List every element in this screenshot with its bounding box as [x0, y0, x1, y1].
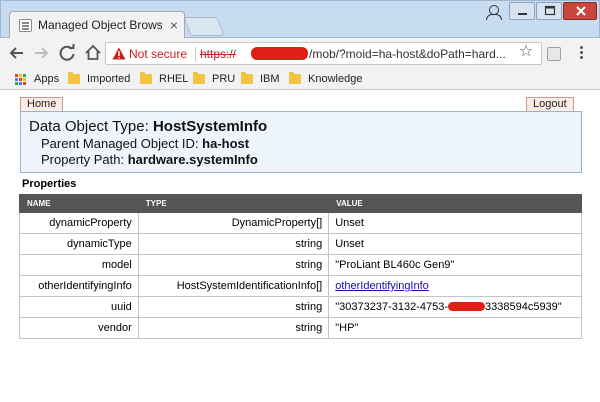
cell-value: Unset — [328, 233, 582, 255]
property-path: Property Path: hardware.systemInfo — [41, 152, 258, 167]
folder-icon — [193, 72, 205, 84]
bookmark-apps[interactable]: Apps — [15, 72, 61, 86]
column-header-value: VALUE — [328, 194, 582, 213]
parent-id-value: ha-host — [202, 136, 250, 151]
bookmark-label: Knowledge — [308, 73, 363, 85]
table-row: vendor string "HP" — [19, 317, 582, 339]
new-tab-button[interactable] — [183, 17, 225, 36]
cell-value: "30373237-3132-4753- 3338594c5939" — [328, 296, 582, 318]
cell-value: otherIdentifyingInfo — [328, 275, 582, 297]
home-link[interactable]: Home — [20, 97, 64, 111]
close-icon — [576, 6, 586, 16]
cell-type: string — [137, 254, 330, 276]
data-object-type: Data Object Type: HostSystemInfo — [29, 118, 267, 135]
bookmark-label: Imported — [87, 73, 131, 85]
properties-heading: Properties — [22, 178, 77, 190]
bookmark-folder-rhel[interactable]: RHEL — [140, 72, 188, 86]
folder-icon — [68, 72, 80, 84]
extension-icon[interactable] — [547, 47, 561, 61]
folder-icon — [241, 72, 253, 84]
bookmark-folder-knowledge[interactable]: Knowledge — [289, 72, 363, 86]
cell-type: string — [137, 233, 330, 255]
minimize-icon — [518, 13, 527, 15]
parent-id-label: Parent Managed Object ID: — [41, 136, 203, 151]
browser-title-bar: Managed Object Browse × — [0, 0, 600, 39]
cell-value: "ProLiant BL460c Gen9" — [328, 254, 582, 276]
data-object-type-value: HostSystemInfo — [152, 118, 268, 135]
cell-value: Unset — [328, 212, 582, 234]
cell-name: vendor — [19, 317, 139, 339]
table-row: uuid string "30373237-3132-4753- 3338594c… — [19, 296, 582, 318]
cell-type: string — [137, 317, 330, 339]
parent-managed-object-id: Parent Managed Object ID: ha-host — [41, 136, 249, 151]
table-row: dynamicProperty DynamicProperty[] Unset — [19, 212, 582, 234]
bookmark-label: RHEL — [159, 73, 189, 85]
property-path-value: hardware.systemInfo — [127, 152, 258, 167]
browser-menu-icon[interactable] — [574, 45, 588, 61]
bookmark-label: IBM — [260, 73, 280, 85]
logout-link[interactable]: Logout — [526, 97, 574, 111]
bookmark-label: Apps — [34, 73, 60, 85]
maximize-icon — [544, 5, 556, 16]
tab-title: Managed Object Browse — [38, 18, 162, 32]
bookmark-star-icon[interactable]: ☆ — [516, 42, 536, 62]
cell-type: HostSystemIdentificationInfo[] — [137, 275, 330, 297]
uuid-redaction — [448, 302, 485, 311]
reload-icon[interactable] — [56, 42, 78, 64]
folder-icon — [140, 72, 152, 84]
omnibox-separator — [195, 47, 196, 61]
uuid-value-end: 3338594c5939" — [485, 301, 562, 313]
page-favicon-icon — [19, 19, 32, 32]
tab-close-icon[interactable]: × — [167, 17, 181, 33]
data-object-type-label: Data Object Type: — [29, 118, 153, 135]
property-path-label: Property Path: — [41, 152, 128, 167]
bookmark-folder-pru[interactable]: PRU — [193, 72, 237, 86]
cell-name: uuid — [19, 296, 139, 318]
cell-name: otherIdentifyingInfo — [19, 275, 139, 297]
maximize-button[interactable] — [536, 2, 562, 20]
cell-type: string — [137, 296, 330, 318]
bookmark-folder-imported[interactable]: Imported — [68, 72, 130, 86]
not-secure-label: Not secure — [129, 47, 188, 61]
profile-icon[interactable] — [483, 2, 503, 20]
bookmarks-bar: Apps Imported RHEL PRU IBM Knowledge — [0, 68, 600, 90]
column-header-name: NAME — [19, 194, 139, 213]
column-header-type: TYPE — [137, 194, 330, 213]
cell-type: DynamicProperty[] — [137, 212, 330, 234]
bookmark-folder-ibm[interactable]: IBM — [241, 72, 281, 86]
table-row: dynamicType string Unset — [19, 233, 582, 255]
cell-value: "HP" — [328, 317, 582, 339]
folder-icon — [289, 72, 301, 84]
apps-grid-icon — [15, 74, 26, 85]
table-header-row: NAME TYPE VALUE — [19, 194, 582, 213]
forward-arrow-icon[interactable] — [30, 42, 52, 64]
cell-name: dynamicProperty — [19, 212, 139, 234]
cell-name: model — [19, 254, 139, 276]
cell-name: dynamicType — [19, 233, 139, 255]
home-icon[interactable] — [82, 42, 104, 64]
bookmark-label: PRU — [212, 73, 236, 85]
object-header: Data Object Type: HostSystemInfo Parent … — [20, 111, 582, 173]
browser-tab[interactable]: Managed Object Browse × — [9, 11, 185, 39]
table-row: model string "ProLiant BL460c Gen9" — [19, 254, 582, 276]
back-arrow-icon[interactable] — [6, 42, 28, 64]
url-path: /mob/?moid=ha-host&doPath=hard... — [309, 47, 506, 61]
address-bar[interactable]: Not secure https:// /mob/?moid=ha-host&d… — [105, 42, 542, 65]
table-row: otherIdentifyingInfo HostSystemIdentific… — [19, 275, 582, 297]
uuid-value-start: "30373237-3132-4753- — [335, 301, 448, 313]
properties-table: NAME TYPE VALUE dynamicProperty DynamicP… — [19, 194, 582, 339]
page-content: Home Logout Data Object Type: HostSystem… — [0, 91, 600, 402]
close-window-button[interactable] — [563, 2, 597, 20]
browser-toolbar: Not secure https:// /mob/?moid=ha-host&d… — [0, 38, 600, 68]
url-host-redaction — [251, 47, 308, 60]
warning-triangle-icon — [112, 47, 126, 60]
url-scheme: https:// — [200, 47, 237, 61]
minimize-button[interactable] — [509, 2, 535, 20]
other-identifying-info-link[interactable]: otherIdentifyingInfo — [335, 280, 429, 292]
